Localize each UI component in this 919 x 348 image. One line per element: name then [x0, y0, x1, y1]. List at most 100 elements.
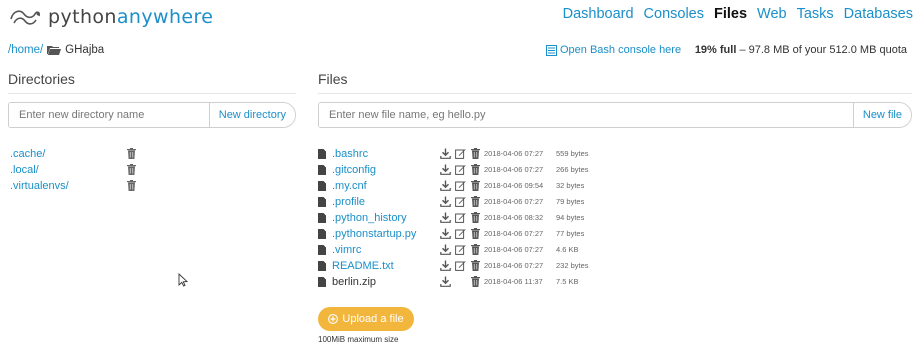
- breadcrumb: /home/ GHajba: [8, 44, 104, 56]
- file-link[interactable]: .python_history: [332, 212, 407, 224]
- new-file-button[interactable]: New file: [852, 103, 911, 127]
- delete-trash-icon[interactable]: [127, 164, 136, 175]
- nav-web[interactable]: Web: [757, 6, 787, 22]
- quota-percent: 19% full: [694, 44, 737, 56]
- delete-trash-icon[interactable]: [127, 180, 136, 191]
- file-actions: [440, 244, 481, 255]
- pythonanywhere-logo[interactable]: pythonanywhere: [8, 4, 213, 30]
- delete-trash-icon[interactable]: [470, 228, 481, 239]
- file-row: .pythonstartup.py 2018-04-06 07:27 77 byte…: [318, 226, 618, 242]
- open-bash-console-link[interactable]: Open Bash console here: [546, 44, 681, 56]
- delete-trash-icon[interactable]: [470, 276, 481, 287]
- file-link[interactable]: README.txt: [332, 260, 394, 272]
- file-modified-date: 2018-04-06 07:27: [484, 197, 544, 206]
- edit-pencil-icon[interactable]: [455, 260, 466, 271]
- file-link[interactable]: .vimrc: [332, 244, 361, 256]
- delete-trash-icon[interactable]: [470, 212, 481, 223]
- delete-trash-icon[interactable]: [470, 244, 481, 255]
- edit-pencil-icon[interactable]: [455, 180, 466, 191]
- breadcrumb-current: GHajba: [65, 44, 105, 56]
- download-icon[interactable]: [440, 180, 451, 191]
- download-icon[interactable]: [440, 196, 451, 207]
- directory-link[interactable]: .virtualenvs/: [10, 180, 69, 192]
- new-directory-input[interactable]: [9, 103, 209, 127]
- file-icon: [318, 277, 326, 287]
- file-row: README.txt 2018-04-06 07:27 232 bytes: [318, 258, 618, 274]
- upload-file-button[interactable]: Upload a file: [318, 307, 414, 331]
- edit-pencil-icon[interactable]: [455, 228, 466, 239]
- download-icon[interactable]: [440, 164, 451, 175]
- file-actions: [440, 212, 481, 223]
- directory-link[interactable]: .cache/: [10, 148, 45, 160]
- edit-pencil-icon[interactable]: [455, 196, 466, 207]
- nav-tasks[interactable]: Tasks: [797, 6, 834, 22]
- file-link[interactable]: berlin.zip: [332, 276, 376, 288]
- delete-trash-icon[interactable]: [470, 196, 481, 207]
- directory-row: .virtualenvs/: [10, 178, 140, 194]
- file-row: .my.cnf 2018-04-06 09:54 32 bytes: [318, 178, 618, 194]
- download-icon[interactable]: [440, 276, 451, 287]
- download-icon[interactable]: [440, 228, 451, 239]
- download-icon[interactable]: [440, 148, 451, 159]
- file-row: .gitconfig 2018-04-06 07:27 266 bytes: [318, 162, 618, 178]
- edit-pencil-icon[interactable]: [455, 212, 466, 223]
- file-actions: [440, 164, 481, 175]
- file-link[interactable]: .gitconfig: [332, 164, 376, 176]
- file-icon: [318, 229, 326, 239]
- upload-circle-icon: [328, 314, 339, 324]
- file-link[interactable]: .bashrc: [332, 148, 368, 160]
- nav-consoles[interactable]: Consoles: [644, 6, 704, 22]
- download-icon[interactable]: [440, 244, 451, 255]
- file-size: 32 bytes: [556, 181, 585, 190]
- file-row: .vimrc 2018-04-06 07:27 4.6 KB: [318, 242, 618, 258]
- new-directory-button[interactable]: New directory: [208, 103, 295, 127]
- edit-pencil-icon[interactable]: [455, 148, 466, 159]
- file-icon: [318, 149, 326, 159]
- delete-trash-icon[interactable]: [127, 148, 136, 159]
- file-link[interactable]: .my.cnf: [332, 180, 367, 192]
- directory-link[interactable]: .local/: [10, 164, 39, 176]
- storage-quota: 19% full – 97.8 MB of your 512.0 MB quot…: [695, 44, 907, 56]
- file-size: 7.5 KB: [556, 277, 579, 286]
- folder-open-icon: [47, 46, 62, 55]
- logo-text-python: python: [48, 6, 117, 28]
- upload-file-label: Upload a file: [342, 313, 404, 325]
- file-actions: [440, 260, 481, 271]
- delete-trash-icon[interactable]: [470, 164, 481, 175]
- file-size: 77 bytes: [556, 229, 585, 238]
- files-divider: [318, 93, 912, 94]
- directory-row: .cache/: [10, 146, 140, 162]
- upload-size-note: 100MiB maximum size: [318, 335, 399, 344]
- breadcrumb-home[interactable]: /home/: [8, 44, 43, 56]
- file-link[interactable]: .profile: [332, 196, 365, 208]
- edit-pencil-icon[interactable]: [455, 164, 466, 175]
- file-actions: [440, 228, 481, 239]
- nav-files[interactable]: Files: [714, 6, 747, 22]
- delete-trash-icon[interactable]: [470, 260, 481, 271]
- nav-dashboard[interactable]: Dashboard: [563, 6, 634, 22]
- file-row: .python_history 2018-04-06 08:32 94 bytes: [318, 210, 618, 226]
- download-icon[interactable]: [440, 260, 451, 271]
- new-directory-form: New directory: [8, 102, 296, 128]
- file-modified-date: 2018-04-06 11:37: [484, 277, 543, 286]
- logo-text-anywhere: anywhere: [116, 6, 214, 28]
- edit-pencil-icon[interactable]: [455, 244, 466, 255]
- new-file-input[interactable]: [319, 103, 853, 127]
- delete-trash-icon[interactable]: [470, 148, 481, 159]
- file-modified-date: 2018-04-06 07:27: [484, 229, 544, 238]
- file-size: 559 bytes: [556, 149, 589, 158]
- file-icon: [318, 165, 326, 175]
- file-actions: [440, 276, 481, 287]
- file-link[interactable]: .pythonstartup.py: [332, 228, 416, 240]
- terminal-icon: [546, 44, 557, 56]
- file-modified-date: 2018-04-06 07:27: [484, 245, 544, 254]
- delete-trash-icon[interactable]: [470, 180, 481, 191]
- directory-list: .cache/ .local/ .virtualenvs/: [10, 146, 140, 194]
- file-size: 79 bytes: [556, 197, 585, 206]
- file-icon: [318, 261, 326, 271]
- download-icon[interactable]: [440, 212, 451, 223]
- file-size: 266 bytes: [556, 165, 589, 174]
- nav-databases[interactable]: Databases: [844, 6, 913, 22]
- directories-title: Directories: [8, 71, 75, 87]
- open-bash-console-label: Open Bash console here: [560, 44, 682, 56]
